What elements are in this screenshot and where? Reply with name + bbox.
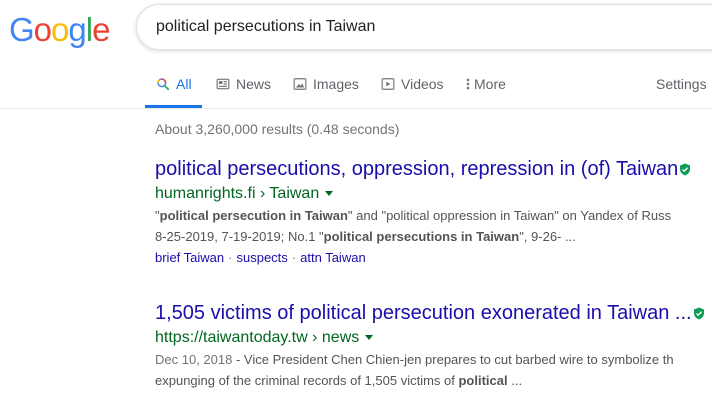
- verified-shield-icon: [693, 307, 704, 320]
- verified-shield-icon: [680, 163, 691, 176]
- sitelink[interactable]: brief Taiwan: [155, 250, 224, 265]
- tab-videos-label: Videos: [401, 76, 444, 92]
- search-result: 1,505 victims of political persecution e…: [155, 301, 712, 391]
- result-title-link[interactable]: 1,505 victims of political persecution e…: [155, 301, 712, 325]
- search-icon: [157, 78, 170, 91]
- tab-more-label: More: [474, 76, 506, 92]
- tab-news[interactable]: News: [216, 76, 271, 92]
- sitelink[interactable]: attn Taiwan: [300, 250, 366, 265]
- news-icon: [216, 78, 230, 90]
- tab-images[interactable]: Images: [293, 76, 359, 92]
- snippet-text: expunging of the criminal records of 1,5…: [155, 373, 459, 388]
- settings-link[interactable]: Settings: [656, 76, 707, 92]
- snippet-text: ...: [507, 373, 523, 388]
- snippet-text: 8-25-2019, 7-19-2019; No.1 ": [155, 229, 324, 244]
- result-title-link[interactable]: political persecutions, oppression, repr…: [155, 157, 712, 181]
- tab-all[interactable]: All: [156, 76, 192, 92]
- caret-down-icon[interactable]: [365, 335, 374, 341]
- result-title-text: political persecutions, oppression, repr…: [155, 158, 679, 180]
- logo-letter: o: [33, 11, 52, 48]
- search-input[interactable]: [156, 5, 696, 49]
- video-icon: [381, 78, 395, 90]
- result-url: https://taiwantoday.tw › news: [155, 327, 712, 349]
- snippet-highlight: political persecution in Taiwan: [159, 208, 348, 223]
- more-vert-icon: [466, 78, 470, 90]
- tab-images-label: Images: [313, 76, 359, 92]
- snippet-highlight: political persecutions in Taiwan: [323, 229, 520, 244]
- logo-letter: o: [51, 11, 69, 48]
- search-box[interactable]: [136, 4, 712, 50]
- search-tabs: All News Images Videos More Settings: [0, 64, 712, 109]
- logo-letter: e: [92, 11, 110, 48]
- result-snippet-line-1: "political persecution in Taiwan" and "p…: [155, 205, 712, 226]
- tab-more[interactable]: More: [465, 76, 506, 92]
- result-url: humanrights.fi › Taiwan: [155, 183, 712, 205]
- tab-news-label: News: [236, 76, 272, 92]
- image-icon: [293, 78, 307, 90]
- result-title-text: 1,505 victims of political persecution e…: [155, 302, 692, 324]
- result-url-text: https://taiwantoday.tw › news: [155, 329, 360, 346]
- active-tab-indicator: [145, 105, 202, 108]
- result-snippet-line-2: expunging of the criminal records of 1,5…: [155, 370, 712, 391]
- snippet-text: " and "political oppression in Taiwan" o…: [347, 208, 672, 223]
- snippet-highlight: political: [458, 373, 508, 388]
- separator: ·: [228, 250, 233, 265]
- result-stats: About 3,260,000 results (0.48 seconds): [155, 121, 400, 137]
- search-result: political persecutions, oppression, repr…: [155, 157, 712, 269]
- tab-all-label: All: [176, 76, 192, 92]
- result-url-text: humanrights.fi › Taiwan: [155, 185, 320, 202]
- logo-letter: G: [9, 11, 35, 48]
- sitelinks: brief Taiwan · suspects · attn Taiwan: [155, 247, 712, 269]
- google-logo[interactable]: Google: [9, 11, 110, 49]
- settings-label: Settings: [656, 76, 707, 92]
- result-date: Dec 10, 2018: [155, 352, 233, 367]
- caret-down-icon[interactable]: [325, 191, 334, 197]
- tab-videos[interactable]: Videos: [381, 76, 444, 92]
- separator: ·: [291, 250, 297, 265]
- sitelink[interactable]: suspects: [236, 250, 287, 265]
- result-snippet-text: - Vice President Chen Chien-jen prepares…: [232, 352, 674, 367]
- result-snippet-line-2: 8-25-2019, 7-19-2019; No.1 "political pe…: [155, 226, 712, 247]
- result-snippet-line-1: Dec 10, 2018 - Vice President Chen Chien…: [155, 349, 712, 370]
- snippet-text: ", 9-26- ...: [519, 229, 576, 244]
- logo-letter: g: [68, 11, 86, 48]
